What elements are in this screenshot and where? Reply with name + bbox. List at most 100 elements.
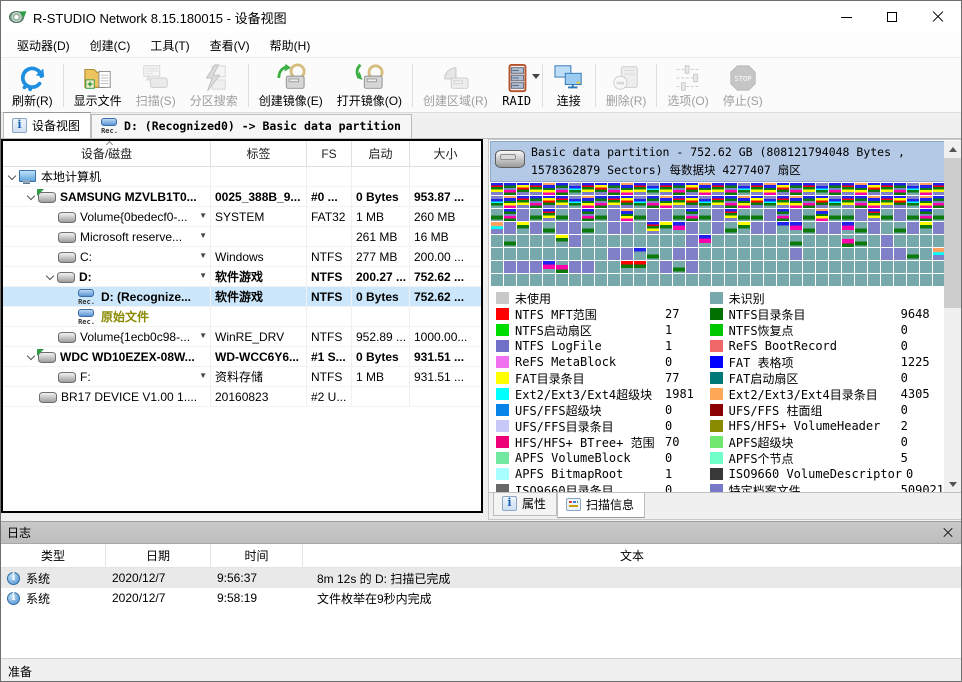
map-cell [634, 196, 646, 208]
device-row[interactable]: F:▼资料存储NTFS1 MB931.51 ... [3, 367, 481, 387]
map-cell [881, 235, 893, 247]
tab-device-view[interactable]: 设备视图 [3, 112, 91, 138]
legend-count: 0 [665, 419, 672, 433]
raid-button[interactable]: RAID [495, 60, 539, 111]
cell-label: SYSTEM [211, 207, 307, 227]
device-name: 原始文件 [101, 308, 149, 325]
map-cell [777, 222, 789, 234]
map-cell [634, 209, 646, 221]
legend-row: UFS/FFS 柱面组0 [710, 402, 944, 418]
column-header-size[interactable]: 大小 [410, 141, 481, 166]
log-row[interactable]: 系统2020/12/79:58:19文件枚举在9秒内完成 [1, 588, 961, 608]
map-cell [829, 196, 841, 208]
options-button[interactable]: 选项(O) [660, 60, 715, 111]
log-column-time[interactable]: 时间 [211, 544, 303, 567]
log-body: 系统2020/12/79:56:378m 12s 的 D: 扫描已完成系统202… [1, 568, 961, 608]
volume-dropdown-icon[interactable]: ▼ [199, 271, 207, 280]
device-row[interactable]: Volume{1ecb0c98-...▼WinRE_DRVNTFS952.89 … [3, 327, 481, 347]
map-cell [790, 248, 802, 260]
device-row[interactable]: C:▼WindowsNTFS277 MB200.00 ... [3, 247, 481, 267]
refresh-button[interactable]: 刷新(R) [5, 60, 60, 111]
rec-disk-shape [78, 289, 94, 297]
maximize-button[interactable] [869, 1, 915, 33]
device-row[interactable]: BR17 DEVICE V1.00 1....20160823#2 U... [3, 387, 481, 407]
scan-block-map[interactable] [490, 182, 946, 286]
menu-create[interactable]: 创建(C) [80, 34, 141, 57]
scrollbar-thumb[interactable] [944, 158, 961, 308]
volume-dropdown-icon[interactable]: ▼ [199, 211, 207, 220]
show-files-button[interactable]: 显示文件 [67, 60, 129, 111]
volume-dropdown-icon[interactable]: ▼ [199, 371, 207, 380]
map-cell [725, 209, 737, 221]
tab-scan-info[interactable]: 扫描信息 [557, 493, 645, 518]
log-column-headers: 类型 日期 时间 文本 [1, 544, 961, 568]
log-column-date[interactable]: 日期 [106, 544, 211, 567]
menu-view[interactable]: 查看(V) [200, 34, 260, 57]
raid-dropdown-icon[interactable] [532, 74, 540, 79]
map-cell [790, 274, 802, 286]
map-cell [543, 209, 555, 221]
scroll-up-icon[interactable] [944, 141, 961, 158]
volume-dropdown-icon[interactable]: ▼ [199, 331, 207, 340]
legend-swatch [496, 372, 509, 384]
map-cell [582, 261, 594, 273]
device-row[interactable]: 本地计算机 [3, 167, 481, 187]
map-cell [686, 222, 698, 234]
legend-swatch [710, 308, 723, 320]
menu-help[interactable]: 帮助(H) [260, 34, 321, 57]
column-header-label[interactable]: 标签 [211, 141, 307, 166]
connect-button[interactable]: 连接 [546, 60, 592, 111]
expand-caret-icon[interactable] [45, 272, 57, 282]
device-row[interactable]: WDC WD10EZEX-08W...WD-WCC6Y6...#1 S...0 … [3, 347, 481, 367]
map-cell [842, 261, 854, 273]
open-image-button[interactable]: 打开镜像(O) [330, 60, 409, 111]
legend-swatch [496, 420, 509, 432]
cell-boot: 261 MB [352, 227, 410, 247]
device-row[interactable]: Microsoft reserve...▼261 MB16 MB [3, 227, 481, 247]
map-cell [764, 248, 776, 260]
minimize-icon [841, 17, 852, 18]
legend-swatch [710, 372, 723, 384]
map-cell [647, 209, 659, 221]
map-cell [530, 196, 542, 208]
map-cell [725, 248, 737, 260]
column-header-fs[interactable]: FS [307, 141, 352, 166]
tab-properties[interactable]: 属性 [493, 493, 557, 516]
map-cell [491, 222, 503, 234]
column-header-boot[interactable]: 启动 [352, 141, 410, 166]
delete-button[interactable]: 删除(R) [599, 60, 654, 111]
legend-swatch [710, 340, 723, 352]
expand-caret-icon[interactable] [7, 172, 19, 182]
create-region-button[interactable]: 创建区域(R) [416, 60, 495, 111]
map-cell [764, 261, 776, 273]
minimize-button[interactable] [823, 1, 869, 33]
log-row[interactable]: 系统2020/12/79:56:378m 12s 的 D: 扫描已完成 [1, 568, 961, 588]
map-cell [868, 209, 880, 221]
device-table-header: 设备/磁盘 标签 FS 启动 大小 [3, 141, 481, 167]
close-button[interactable] [915, 1, 961, 33]
device-row[interactable]: Rec.D: (Recognize...软件游戏NTFS0 Bytes752.6… [3, 287, 481, 307]
device-row[interactable]: Volume{0bedecf0-...▼SYSTEMFAT321 MB260 M… [3, 207, 481, 227]
log-column-type[interactable]: 类型 [1, 544, 106, 567]
partition-search-button[interactable]: 分区搜索 [183, 60, 245, 111]
scrollbar[interactable] [944, 141, 961, 493]
scroll-down-icon[interactable] [944, 476, 961, 493]
tab-partition-view[interactable]: Rec. D: (Recognized0) -> Basic data part… [91, 114, 412, 138]
legend-label: FAT 表格项 [729, 354, 897, 371]
map-cell [673, 209, 685, 221]
device-name-cell: D:▼ [3, 267, 211, 287]
log-column-text[interactable]: 文本 [303, 544, 961, 567]
volume-dropdown-icon[interactable]: ▼ [199, 251, 207, 260]
volume-dropdown-icon[interactable]: ▼ [199, 231, 207, 240]
column-header-device[interactable]: 设备/磁盘 [3, 141, 211, 166]
menu-tools[interactable]: 工具(T) [140, 34, 199, 57]
device-row[interactable]: SAMSUNG MZVLB1T0...0025_388B_9...#0 ...0… [3, 187, 481, 207]
map-cell [842, 196, 854, 208]
menu-drive[interactable]: 驱动器(D) [7, 34, 80, 57]
create-image-button[interactable]: 创建镜像(E) [252, 60, 330, 111]
scan-button[interactable]: 扫描(S) [129, 60, 183, 111]
device-row[interactable]: Rec.原始文件 [3, 307, 481, 327]
stop-button[interactable]: STOP 停止(S) [716, 60, 770, 111]
device-row[interactable]: D:▼软件游戏NTFS200.27 ...752.62 ... [3, 267, 481, 287]
log-close-button[interactable] [941, 526, 955, 540]
